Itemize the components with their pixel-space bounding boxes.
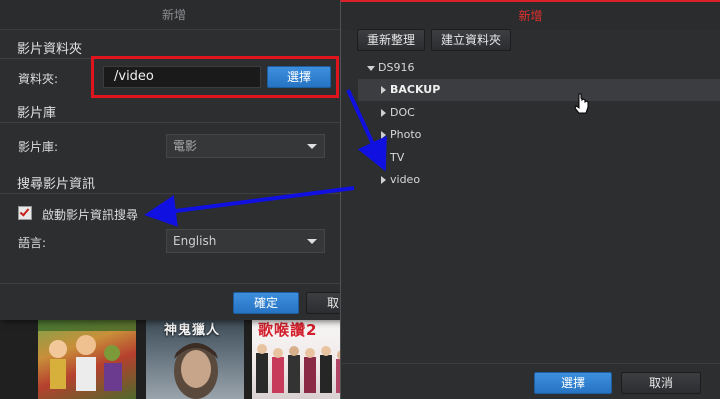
- tree-root-label: DS916: [378, 61, 415, 74]
- library-label: 影片庫:: [18, 140, 59, 154]
- section-search-info: 搜尋影片資訊: [17, 177, 96, 192]
- picker-choose-button[interactable]: 選擇: [534, 372, 612, 394]
- enable-search-checkbox[interactable]: [18, 206, 32, 220]
- poster-title: 歌喉讚2: [258, 321, 318, 339]
- tree-item-label: video: [390, 173, 421, 186]
- tree-item-label: BACKUP: [390, 83, 441, 96]
- tree-root[interactable]: DS916: [367, 57, 414, 79]
- language-select-value: English: [173, 234, 217, 248]
- tree-collapse-icon: [367, 66, 375, 71]
- library-select[interactable]: 電影: [166, 134, 325, 158]
- checkbox-checked-icon: [19, 206, 30, 217]
- section-video-folder: 影片資料夾: [17, 42, 83, 57]
- tree-item-video[interactable]: video: [381, 169, 420, 191]
- picker-footer-divider: [340, 363, 720, 364]
- divider: [0, 283, 340, 284]
- chevron-down-icon: [307, 239, 317, 244]
- tree-item-backup[interactable]: BACKUP: [381, 79, 440, 101]
- library-select-value: 電影: [173, 139, 198, 153]
- tree-expand-icon: [381, 109, 386, 117]
- tree-item-label: TV: [390, 151, 405, 164]
- screen: 神鬼獵人 歌喉讚2 新增 影片資料夾 資料夾: /video 選擇 影片庫 影片…: [0, 0, 720, 399]
- tree-item-label: Photo: [390, 128, 422, 141]
- dialog-title: 新增: [0, 0, 348, 30]
- section-library: 影片庫: [17, 106, 57, 121]
- enable-search-label: 啟動影片資訊搜尋: [42, 208, 139, 222]
- folder-label: 資料夾:: [18, 72, 59, 86]
- tree-item-photo[interactable]: Photo: [381, 124, 421, 146]
- poster-the-revenant[interactable]: 神鬼獵人: [146, 319, 244, 399]
- refresh-button[interactable]: 重新整理: [357, 29, 425, 51]
- divider: [0, 193, 340, 194]
- highlight-box: [91, 56, 339, 98]
- language-select[interactable]: English: [166, 229, 325, 253]
- ok-button[interactable]: 確定: [233, 292, 299, 314]
- add-library-dialog: 新增 影片資料夾 資料夾: /video 選擇 影片庫 影片庫: 電影 搜尋影片…: [0, 0, 349, 320]
- poster-strip: 神鬼獵人 歌喉讚2: [0, 318, 350, 399]
- tree-expand-icon: [381, 154, 386, 162]
- tree-expand-icon: [381, 176, 386, 184]
- tree-item-doc[interactable]: DOC: [381, 102, 415, 124]
- divider: [0, 122, 340, 123]
- tree-item-label: DOC: [390, 106, 415, 119]
- tree-item-tv[interactable]: TV: [381, 147, 404, 169]
- poster-title: 神鬼獵人: [164, 323, 221, 338]
- language-label: 語言:: [18, 236, 47, 250]
- tree-expand-icon: [381, 131, 386, 139]
- new-folder-button[interactable]: 建立資料夾: [431, 29, 511, 51]
- poster-pitch-perfect-2[interactable]: 歌喉讚2: [252, 319, 350, 399]
- poster-toy-story[interactable]: [38, 319, 136, 399]
- picker-title: 新增: [341, 2, 720, 30]
- tree-expand-icon: [381, 86, 386, 94]
- picker-cancel-button[interactable]: 取消: [621, 372, 701, 394]
- chevron-down-icon: [307, 144, 317, 149]
